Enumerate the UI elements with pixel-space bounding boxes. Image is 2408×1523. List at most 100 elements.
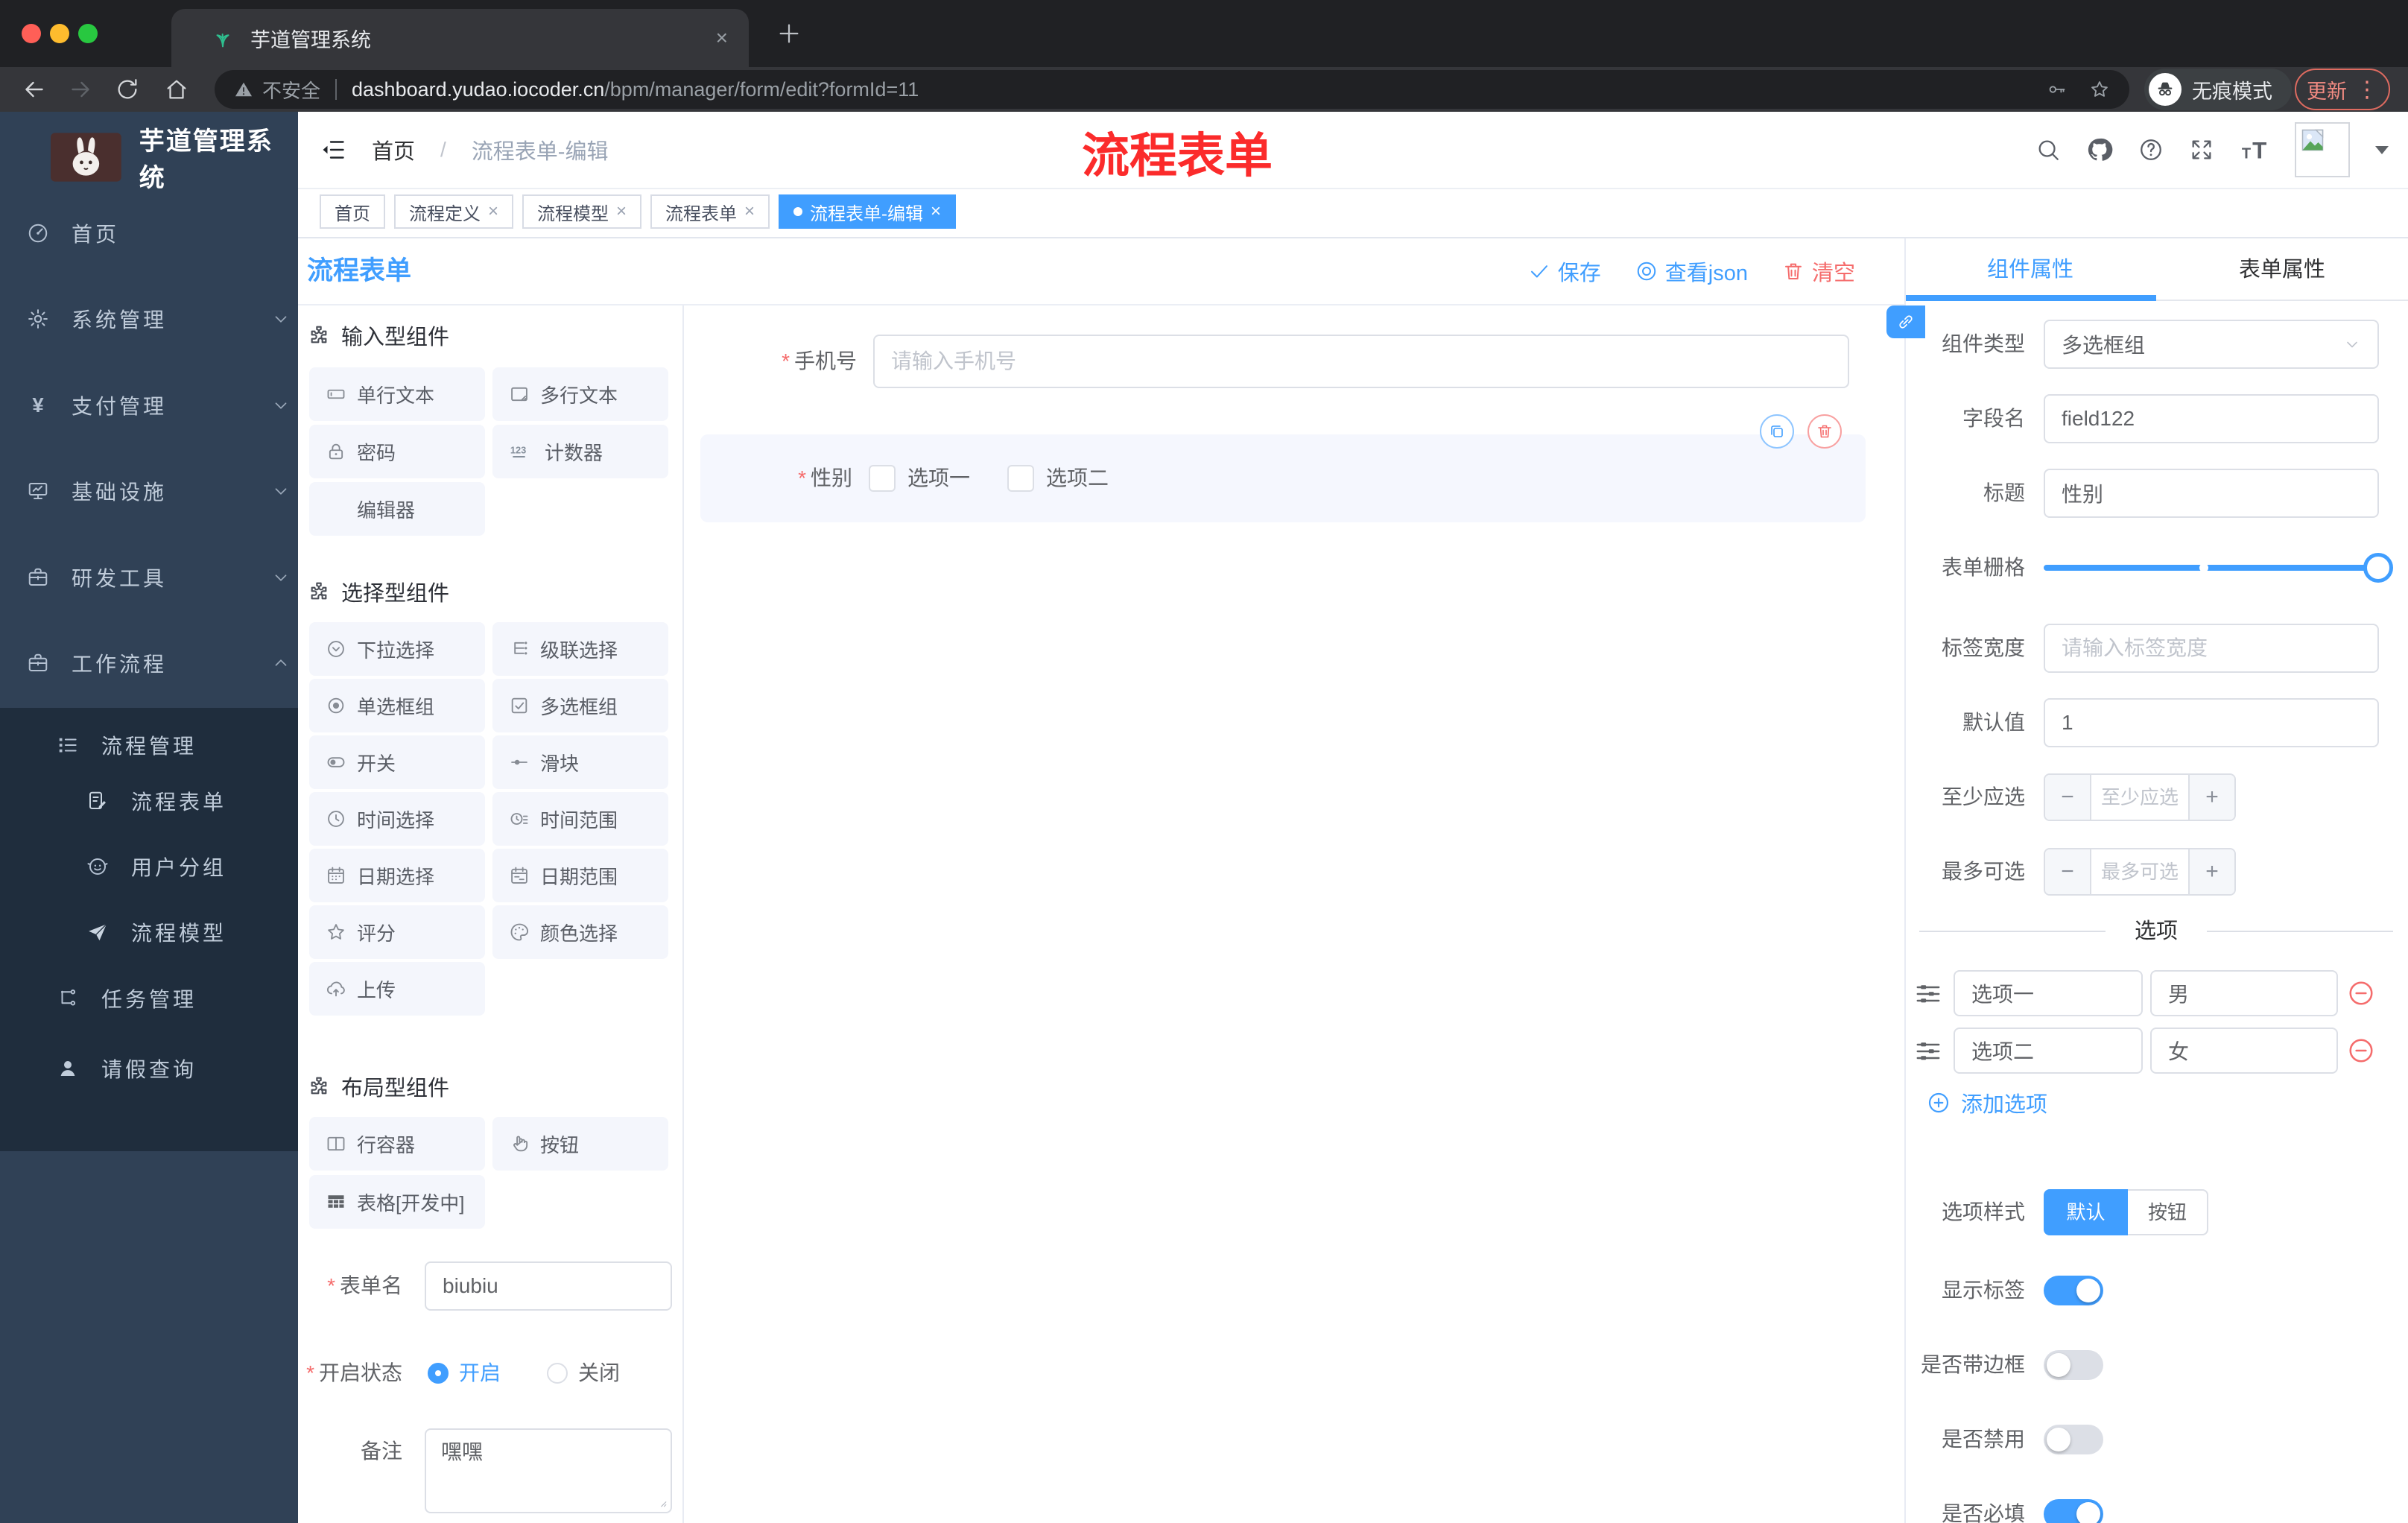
option1-label-input[interactable] bbox=[1954, 970, 2143, 1016]
option2-label-input[interactable] bbox=[1954, 1028, 2143, 1074]
avatar-caret-icon[interactable] bbox=[2375, 145, 2389, 154]
component-chip-slider[interactable]: 滑块 bbox=[492, 735, 668, 789]
component-chip-table[interactable]: 表格[开发中] bbox=[309, 1175, 485, 1229]
component-chip-row-container[interactable]: 行容器 bbox=[309, 1117, 485, 1171]
tag-process-model[interactable]: 流程模型 × bbox=[522, 194, 642, 229]
save-button[interactable]: 保存 bbox=[1528, 256, 1601, 287]
github-icon[interactable] bbox=[2086, 136, 2113, 163]
url-bar[interactable]: 不安全 dashboard.yudao.iocoder.cn/bpm/manag… bbox=[215, 70, 2129, 109]
component-chip-password[interactable]: 密码 bbox=[309, 425, 485, 478]
sidebar-item-payment[interactable]: ¥ 支付管理 bbox=[0, 376, 325, 435]
tag-close-icon[interactable]: × bbox=[616, 203, 627, 221]
option2-value-input[interactable] bbox=[2150, 1028, 2338, 1074]
drag-handle-icon[interactable] bbox=[1915, 1038, 1942, 1065]
clear-button[interactable]: 清空 bbox=[1782, 256, 1855, 287]
decrease-button[interactable]: − bbox=[2045, 775, 2091, 820]
forward-icon[interactable] bbox=[67, 76, 94, 103]
component-chip-color-picker[interactable]: 颜色选择 bbox=[492, 905, 668, 959]
component-chip-rate[interactable]: 评分 bbox=[309, 905, 485, 959]
avatar[interactable] bbox=[2295, 122, 2350, 177]
border-toggle[interactable] bbox=[2044, 1350, 2103, 1380]
show-label-toggle[interactable] bbox=[2044, 1276, 2103, 1305]
security-label[interactable]: 不安全 bbox=[262, 76, 320, 104]
tag-home[interactable]: 首页 bbox=[320, 194, 385, 229]
sidebar-fold-icon[interactable] bbox=[320, 136, 346, 163]
sidebar-item-devtools[interactable]: 研发工具 bbox=[0, 548, 325, 607]
label-width-input[interactable] bbox=[2044, 624, 2379, 673]
tag-process-form-edit[interactable]: 流程表单-编辑 × bbox=[779, 194, 957, 229]
gender-option1-checkbox[interactable] bbox=[869, 465, 896, 492]
browser-update-button[interactable]: 更新 ⋮ bbox=[2295, 69, 2390, 110]
gender-option1-label[interactable]: 选项一 bbox=[907, 452, 970, 505]
component-chip-switch[interactable]: 开关 bbox=[309, 735, 485, 789]
app-logo[interactable]: 芋道管理系统 bbox=[51, 124, 298, 192]
slider-handle[interactable] bbox=[2363, 553, 2393, 583]
component-chip-time-picker[interactable]: 时间选择 bbox=[309, 792, 485, 846]
increase-button[interactable]: + bbox=[2188, 849, 2234, 894]
status-off-label[interactable]: 关闭 bbox=[578, 1349, 620, 1398]
home-icon[interactable] bbox=[164, 77, 189, 102]
delete-component-button[interactable] bbox=[1807, 414, 1842, 449]
component-chip-counter[interactable]: 123 计数器 bbox=[492, 425, 668, 478]
update-label[interactable]: 更新 bbox=[2307, 75, 2347, 104]
drag-handle-icon[interactable] bbox=[1915, 981, 1942, 1007]
disabled-toggle[interactable] bbox=[2044, 1425, 2103, 1454]
min-select-input[interactable] bbox=[2091, 775, 2188, 820]
tag-close-icon[interactable]: × bbox=[488, 203, 498, 221]
browser-menu-icon[interactable]: ⋮ bbox=[2356, 77, 2378, 103]
style-button-button[interactable]: 按钮 bbox=[2128, 1189, 2208, 1235]
resize-handle-icon[interactable] bbox=[654, 1495, 668, 1508]
component-chip-radio-group[interactable]: 单选框组 bbox=[309, 679, 485, 732]
title-input[interactable] bbox=[2044, 469, 2379, 518]
component-chip-checkbox-group[interactable]: 多选框组 bbox=[492, 679, 668, 732]
decrease-button[interactable]: − bbox=[2045, 849, 2091, 894]
remove-option-button[interactable] bbox=[2347, 1036, 2375, 1065]
status-off-radio[interactable] bbox=[547, 1363, 568, 1384]
copy-component-button[interactable] bbox=[1760, 414, 1794, 449]
sidebar-item-system[interactable]: 系统管理 bbox=[0, 289, 325, 349]
component-chip-dropdown[interactable]: 下拉选择 bbox=[309, 622, 485, 676]
reload-icon[interactable] bbox=[115, 77, 140, 102]
phone-field-input[interactable] bbox=[873, 335, 1849, 388]
tab-component-props[interactable]: 组件属性 bbox=[1904, 249, 2156, 291]
close-window-button[interactable] bbox=[22, 24, 41, 43]
component-chip-time-range[interactable]: 时间范围 bbox=[492, 792, 668, 846]
breadcrumb-home[interactable]: 首页 bbox=[372, 134, 415, 165]
field-name-input[interactable] bbox=[2044, 394, 2379, 443]
browser-tab[interactable]: 芋道管理系统 × bbox=[171, 9, 749, 67]
minimize-window-button[interactable] bbox=[50, 24, 69, 43]
component-type-select[interactable]: 多选框组 bbox=[2044, 320, 2379, 369]
status-on-label[interactable]: 开启 bbox=[459, 1349, 501, 1398]
tag-process-definition[interactable]: 流程定义 × bbox=[394, 194, 514, 229]
increase-button[interactable]: + bbox=[2188, 775, 2234, 820]
search-icon[interactable] bbox=[2035, 137, 2061, 162]
remove-option-button[interactable] bbox=[2347, 979, 2375, 1007]
default-value-input[interactable] bbox=[2044, 698, 2379, 747]
tab-close-icon[interactable]: × bbox=[716, 26, 728, 50]
component-chip-date-range[interactable]: 日期范围 bbox=[492, 849, 668, 902]
component-chip-textarea[interactable]: 多行文本 bbox=[492, 367, 668, 421]
bookmark-star-icon[interactable] bbox=[2089, 79, 2110, 100]
sidebar-item-workflow[interactable]: 工作流程 bbox=[0, 633, 325, 693]
fullscreen-icon[interactable] bbox=[2189, 137, 2214, 162]
gender-option2-checkbox[interactable] bbox=[1007, 465, 1034, 492]
form-name-input[interactable] bbox=[425, 1261, 672, 1311]
zoom-window-button[interactable] bbox=[78, 24, 98, 43]
tab-form-props[interactable]: 表单属性 bbox=[2156, 249, 2408, 291]
tag-close-icon[interactable]: × bbox=[931, 203, 941, 221]
back-icon[interactable] bbox=[21, 76, 48, 103]
option1-value-input[interactable] bbox=[2150, 970, 2338, 1016]
help-icon[interactable] bbox=[2138, 137, 2164, 162]
tag-process-form[interactable]: 流程表单 × bbox=[650, 194, 770, 229]
tag-close-icon[interactable]: × bbox=[744, 203, 755, 221]
component-chip-button[interactable]: 按钮 bbox=[492, 1117, 668, 1171]
component-chip-upload[interactable]: 上传 bbox=[309, 962, 485, 1016]
form-remark-textarea[interactable]: 嘿嘿 bbox=[425, 1428, 672, 1513]
max-select-input[interactable] bbox=[2091, 849, 2188, 894]
status-on-radio[interactable] bbox=[428, 1363, 449, 1384]
style-default-button[interactable]: 默认 bbox=[2044, 1189, 2128, 1235]
component-chip-single-text[interactable]: 单行文本 bbox=[309, 367, 485, 421]
selected-component-gender[interactable]: * 性别 选项一 选项二 bbox=[700, 434, 1866, 522]
sidebar-item-home[interactable]: 首页 bbox=[0, 203, 325, 263]
sidebar-item-infrastructure[interactable]: 基础设施 bbox=[0, 461, 325, 521]
